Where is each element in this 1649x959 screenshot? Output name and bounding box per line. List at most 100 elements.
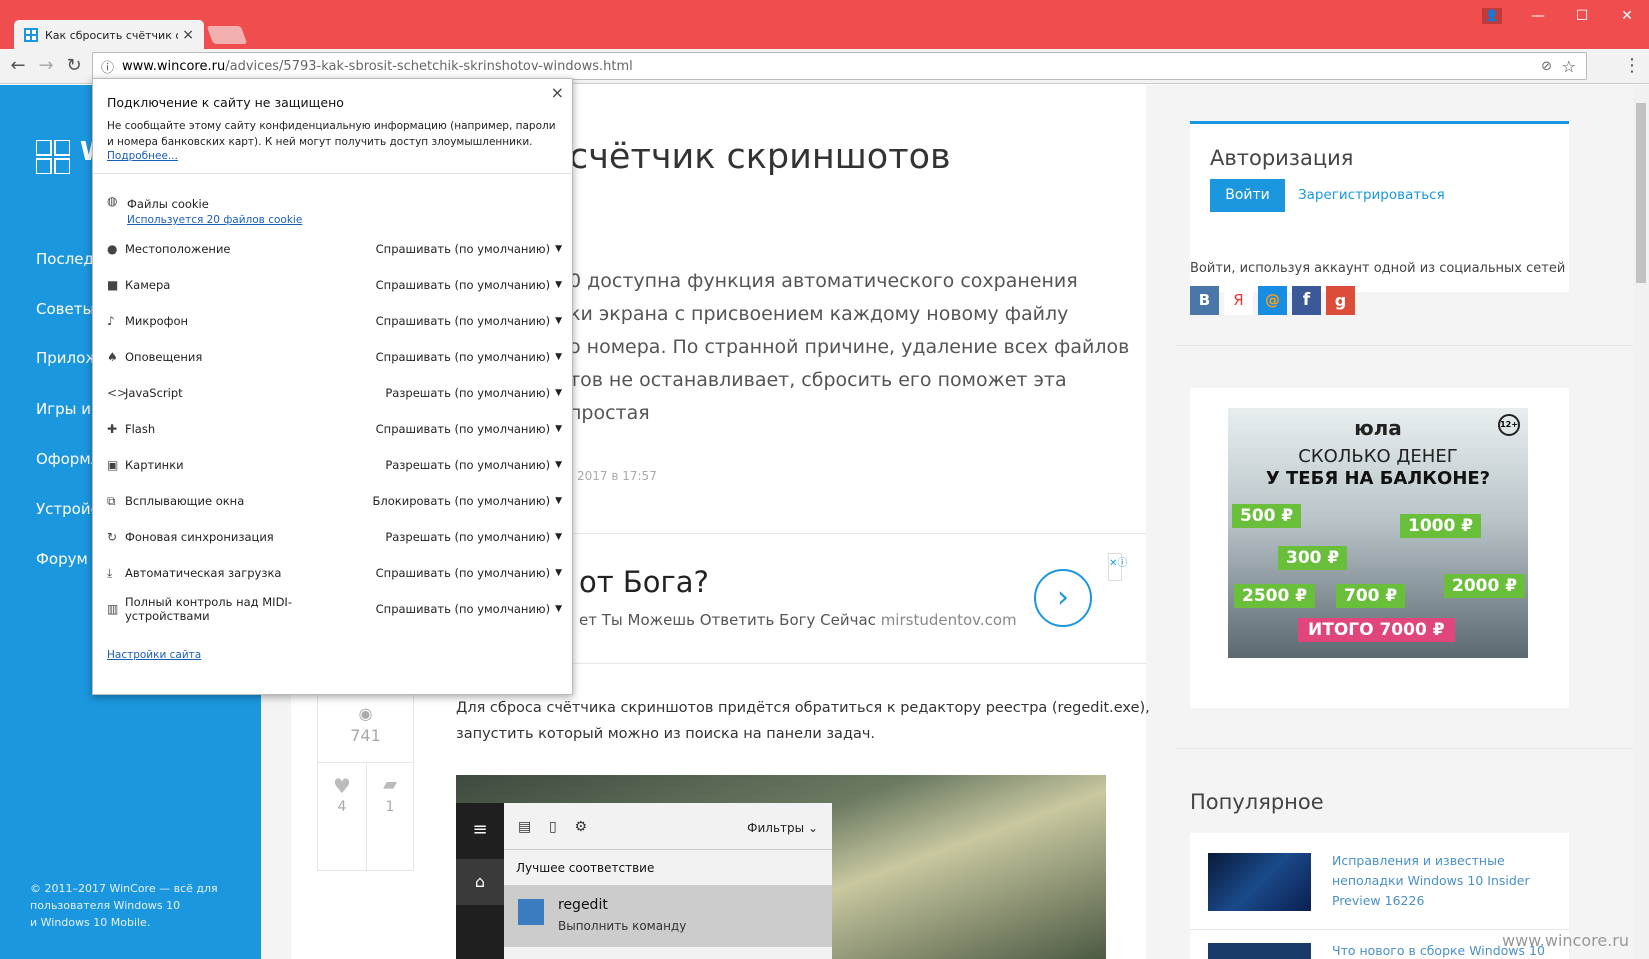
permission-select[interactable]: Спрашивать (по умолчанию) [376,350,550,364]
permission-row[interactable]: ▣ Картинки Разрешать (по умолчанию) ▼ [107,455,562,475]
permission-row[interactable]: ✚ Flash Спрашивать (по умолчанию) ▼ [107,419,562,439]
forward-button[interactable]: → [34,54,58,78]
permission-label: Картинки [125,458,184,472]
permission-select[interactable]: Разрешать (по умолчанию) [385,386,550,400]
cookies-label: Файлы cookie [127,197,209,211]
permission-row[interactable]: ♠ Оповещения Спрашивать (по умолчанию) ▼ [107,347,562,367]
popup-close-icon[interactable]: × [551,83,564,102]
ad-title[interactable]: от Бога? [579,565,709,599]
dropdown-icon: ▼ [555,604,562,614]
heart-icon[interactable]: ♥ [318,774,366,798]
maximize-button[interactable]: ☐ [1572,8,1592,24]
permission-select[interactable]: Спрашивать (по умолчанию) [376,602,550,616]
hamburger-icon: ≡ [472,819,488,840]
dropdown-icon: ▼ [555,496,562,506]
permission-label: Flash [125,422,156,436]
panel-icons: ▤ ▯ ⚙ [518,819,588,835]
lead-line: ки экрана с присвоением каждому новому ф… [569,303,1069,325]
ad-close-icon[interactable]: ✕ⓘ [1108,553,1127,581]
age-badge: 12+ [1498,414,1520,436]
blocked-icon[interactable]: ⊘ [1541,59,1552,74]
permission-row[interactable]: ● Местоположение Спрашивать (по умолчанию)… [107,239,562,259]
price-tag: 300 ₽ [1278,546,1348,570]
back-button[interactable]: ← [6,54,30,78]
google-button[interactable]: g [1326,286,1355,315]
permission-select[interactable]: Спрашивать (по умолчанию) [376,278,550,292]
browser-tab[interactable]: Как сбросить счётчик с × [14,20,204,50]
yandex-button[interactable]: Я [1224,286,1253,315]
user-icon[interactable]: 👤 [1482,8,1502,24]
more-link[interactable]: Подробнее... [107,150,178,162]
permission-select[interactable]: Спрашивать (по умолчанию) [376,242,550,256]
site-info-popup: Подключение к сайту не защищено × Не соо… [92,78,573,695]
footer-line: © 2011–2017 WinCore — всё для [30,882,218,895]
bookmark-star-icon[interactable]: ☆ [1562,57,1576,76]
permission-select[interactable]: Разрешать (по умолчанию) [385,530,550,544]
tab-close-icon[interactable]: × [182,27,194,43]
popular-thumb[interactable] [1208,853,1311,911]
address-bar[interactable]: ⓘ www.wincore.ru/advices/5793-kak-sbrosi… [92,52,1587,80]
price-tag: 700 ₽ [1336,584,1406,608]
ad-domain: mirstudentov.com [880,611,1017,629]
result-subtitle: Выполнить команду [558,919,687,933]
site-logo-icon[interactable] [36,140,70,174]
permission-label: JavaScript [125,386,183,400]
new-tab-button[interactable] [206,26,248,44]
ad-arrow-button[interactable]: › [1034,569,1092,627]
menu-icon[interactable]: ⋮ [1620,54,1644,78]
permission-select[interactable]: Спрашивать (по умолчанию) [376,314,550,328]
divider [504,849,832,850]
site-settings-link[interactable]: Настройки сайта [107,649,201,661]
permission-row[interactable]: <> JavaScript Разрешать (по умолчанию) ▼ [107,383,562,403]
price-tag: 2000 ₽ [1444,574,1526,598]
vk-button[interactable]: В [1190,286,1219,315]
lead-line: 0 доступна функция автоматического сохра… [569,270,1078,292]
minimize-button[interactable]: — [1528,8,1548,24]
tab-title: Как сбросить счётчик с [45,28,179,42]
permission-select[interactable]: Блокировать (по умолчанию) [373,494,551,508]
register-link[interactable]: Зарегистрироваться [1298,187,1445,203]
mailru-button[interactable]: @ [1258,286,1287,315]
dropdown-icon: ▼ [555,532,562,542]
scrollbar[interactable] [1633,85,1649,959]
permission-select[interactable]: Спрашивать (по умолчанию) [376,422,550,436]
result-title: regedit [558,897,608,913]
permission-label: Камера [125,278,171,292]
permission-row[interactable]: ⤓ Автоматическая загрузка Спрашивать (по у… [107,563,562,583]
permission-row[interactable]: ↻ Фоновая синхронизация Разрешать (по умол… [107,527,562,547]
taskbar-strip: ≡ ⌂ [456,803,504,959]
download-icon: ⤓ [107,565,113,580]
sidebar-item[interactable]: Устройс [36,500,99,518]
ad-banner[interactable]: юла 12+ СКОЛЬКО ДЕНЕГ У ТЕБЯ НА БАЛКОНЕ?… [1228,408,1528,658]
login-button[interactable]: Войти [1210,179,1285,212]
comments-count: 1 [385,799,395,815]
permission-row[interactable]: ♪ Микрофон Спрашивать (по умолчанию) ▼ [107,311,562,331]
article-lead: 0 доступна функция автоматического сохра… [569,265,1146,430]
info-icon[interactable]: ⓘ [101,57,114,76]
right-column: Авторизация Войти Зарегистрироваться Вой… [1176,85,1649,959]
comment-icon[interactable]: ▰ [366,774,414,795]
reload-button[interactable]: ↻ [62,54,86,78]
close-window-button[interactable]: ✕ [1617,8,1637,24]
popular-line: Исправления и известные [1332,853,1505,868]
price-tag: 500 ₽ [1232,504,1302,528]
ad-text[interactable]: ет Ты Можешь Ответить Богу Сейчас mirstu… [579,611,1017,629]
cookies-link[interactable]: Используется 20 файлов cookie [127,214,302,226]
facebook-button[interactable]: f [1292,286,1321,315]
sidebar-item[interactable]: Оформл [36,450,100,468]
permission-row[interactable]: ▥ Полный контроль над MIDI-устройствами Сп… [107,595,562,623]
views-count: 741 [350,726,381,745]
microphone-icon: ♪ [107,314,115,328]
dropdown-icon: ▼ [555,352,562,362]
dropdown-icon: ▼ [555,424,562,434]
permission-row[interactable]: ■ Камера Спрашивать (по умолчанию) ▼ [107,275,562,295]
permission-select[interactable]: Спрашивать (по умолчанию) [376,566,550,580]
popular-thumb[interactable] [1208,943,1311,959]
sidebar-footer: © 2011–2017 WinCore — всё для пользовате… [30,880,218,931]
popular-item-link[interactable]: Исправления и известные неполадки Window… [1332,851,1530,911]
permission-select[interactable]: Разрешать (по умолчанию) [385,458,550,472]
filters-text: Фильтры [747,821,805,835]
permission-row[interactable]: ⧉ Всплывающие окна Блокировать (по умолчан… [107,491,562,511]
scrollbar-thumb[interactable] [1636,103,1646,283]
permission-label: Микрофон [125,314,189,328]
